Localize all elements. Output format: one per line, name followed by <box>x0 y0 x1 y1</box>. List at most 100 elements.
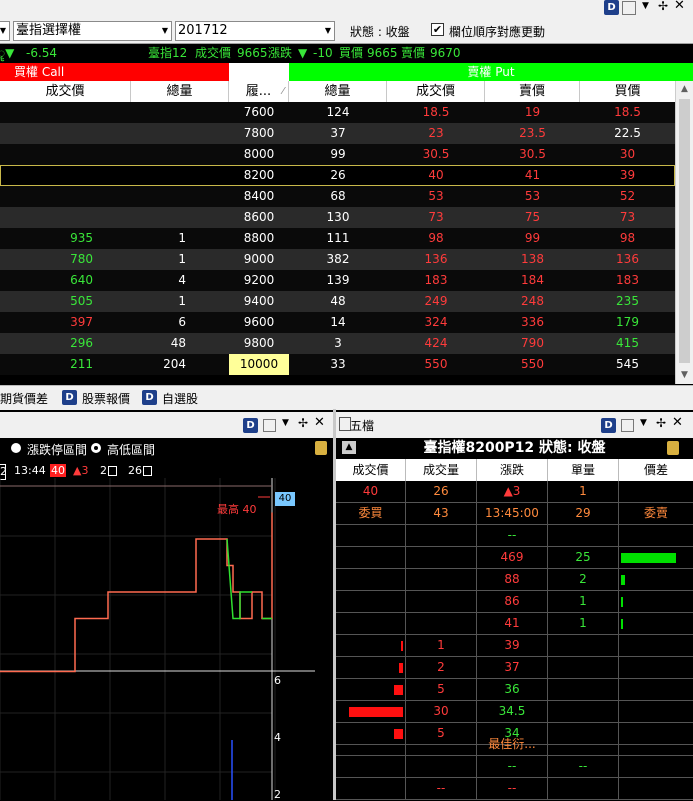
tail-row-2: -- -- <box>336 778 693 800</box>
radio-high-low[interactable] <box>91 443 101 453</box>
bid-row[interactable]: 30 34.5 <box>336 701 693 723</box>
table-row[interactable]: 397 6 9600 14 324 336 179 <box>0 312 675 333</box>
bid-qty: 5 <box>406 679 477 700</box>
table-row[interactable]: 7600 124 18.5 19 18.5 <box>0 102 675 123</box>
cell-c-price: 397 <box>70 315 93 329</box>
table-row[interactable]: 8000 99 30.5 30.5 30 <box>0 144 675 165</box>
five-header-volume: 成交量 <box>406 459 477 481</box>
cell-p-price: 136 <box>424 252 448 266</box>
ask-qty: 1 <box>548 591 619 612</box>
copy-window-icon[interactable] <box>621 419 634 432</box>
copy-window-icon[interactable] <box>263 419 276 432</box>
header-put-ask[interactable]: 賣價 <box>485 81 580 102</box>
ask-row[interactable]: 88 2 <box>336 569 693 591</box>
bid-price: 36 <box>477 679 548 700</box>
table-row[interactable]: 8200 26 40 41 39 <box>0 165 675 186</box>
scroll-thumb[interactable] <box>679 99 690 363</box>
cell-c-price: 296 <box>70 336 93 350</box>
tab-watchlist[interactable]: 自選股 <box>162 390 198 407</box>
radio-range-limit-label: 漲跌停區間 <box>27 443 88 457</box>
ask-row[interactable]: 41 1 <box>336 613 693 635</box>
dash-row: -- <box>336 525 693 547</box>
cell-p-ask: 99 <box>524 231 541 245</box>
header-put-volume[interactable]: 總量 <box>289 81 387 102</box>
ask-row[interactable]: 469 25 <box>336 547 693 569</box>
cell-p-bid: 73 <box>619 210 636 224</box>
dropdown-arrow-icon[interactable]: ▼ <box>640 418 647 428</box>
table-row[interactable]: 7800 37 23 23.5 22.5 <box>0 123 675 144</box>
bid-row[interactable]: 5 36 <box>336 679 693 701</box>
ask-row[interactable]: 86 1 <box>336 591 693 613</box>
intraday-chart[interactable]: 漲跌停區間 高低區間 2 13:44 40 ▲3 2 26 最高 40 40 6… <box>0 438 333 801</box>
ask-price: 88 <box>477 569 548 590</box>
chart-panel-header: D ▼ ✢ ✕ <box>0 412 333 439</box>
scroll-down-icon[interactable]: ▼ <box>676 367 693 383</box>
trade-label: 成交價 <box>195 46 232 60</box>
table-row[interactable]: 935 1 8800 111 98 99 98 <box>0 228 675 249</box>
tab-stock-quote[interactable]: 股票報價 <box>82 390 130 407</box>
cell-p-vol: 48 <box>330 294 346 308</box>
radio-range-limit[interactable] <box>11 443 21 453</box>
cell-p-price: 40 <box>428 168 444 182</box>
close-icon[interactable]: ✕ <box>314 415 325 430</box>
column-order-checkbox[interactable]: ✔ <box>431 23 444 36</box>
d-app-icon[interactable]: D <box>604 0 619 15</box>
header-put-price[interactable]: 成交價 <box>387 81 485 102</box>
header-put-bid[interactable]: 買價 <box>580 81 675 102</box>
table-row[interactable]: 505 1 9400 48 249 248 235 <box>0 291 675 312</box>
prev-combo[interactable]: ▼ <box>0 21 10 41</box>
header-call-volume[interactable]: 總量 <box>131 81 229 102</box>
d-app-icon[interactable]: D <box>601 418 616 433</box>
five-header-change: 漲跌 <box>477 459 548 481</box>
pin-icon[interactable]: ✢ <box>298 416 308 430</box>
bid-price: 39 <box>477 635 548 656</box>
d-app-icon[interactable]: D <box>243 418 258 433</box>
bottom-tab-bar: 期貨價差 D 股票報價 D 自選股 <box>0 385 693 410</box>
bid-row[interactable]: 1 39 <box>336 635 693 657</box>
cell-p-vol: 14 <box>330 315 346 329</box>
put-banner-label: 賣權 Put <box>467 65 515 79</box>
cell-p-ask: 248 <box>521 294 544 308</box>
cell-c-vol: 1 <box>178 252 186 266</box>
cell-strike: 8800 <box>243 231 275 245</box>
table-row[interactable]: 780 1 9000 382 136 138 136 <box>0 249 675 270</box>
tab-futures-spread[interactable]: 期貨價差 <box>0 390 48 407</box>
cell-strike: 8400 <box>243 189 275 203</box>
header-call-price[interactable]: 成交價 <box>0 81 131 102</box>
copy-window-icon[interactable] <box>622 1 636 15</box>
bid-volume-bar <box>401 641 403 651</box>
down-triangle-icon: ॄ▼ <box>0 46 15 60</box>
summary-row-2: 委買 43 13:45:00 29 委賣 <box>336 503 693 525</box>
pin-icon[interactable]: ✢ <box>658 0 668 13</box>
table-row[interactable]: 211 204 10000 33 550 550 545 <box>0 354 675 375</box>
bid-row[interactable]: 2 37 <box>336 657 693 679</box>
square-icon <box>143 466 152 476</box>
dropdown-arrow-icon[interactable]: ▼ <box>282 418 289 428</box>
cell-p-bid: 30 <box>619 147 636 161</box>
pin-icon[interactable]: ✢ <box>656 416 666 430</box>
bid-total: 43 <box>406 503 477 524</box>
table-scrollbar[interactable]: ▲ ▼ <box>675 81 693 384</box>
close-icon[interactable]: ✕ <box>672 415 683 430</box>
header-strike[interactable]: 履... ⁄ <box>229 81 289 102</box>
cell-p-bid: 136 <box>616 252 639 266</box>
cell-c-price: 640 <box>70 273 93 287</box>
lock-icon[interactable] <box>315 441 327 455</box>
month-select[interactable]: 201712 ▼ <box>175 21 335 41</box>
quote-symbol: 臺指12 <box>148 46 188 60</box>
close-icon[interactable]: ✕ <box>674 0 685 13</box>
dropdown-arrow-icon[interactable]: ▼ <box>642 1 649 11</box>
table-row[interactable]: 640 4 9200 139 183 184 183 <box>0 270 675 291</box>
ask-price: 469 <box>477 547 548 568</box>
cell-c-vol: 48 <box>170 336 186 350</box>
table-row[interactable]: 8600 130 73 75 73 <box>0 207 675 228</box>
table-row[interactable]: 8400 68 53 53 52 <box>0 186 675 207</box>
cell-strike: 7600 <box>243 105 275 119</box>
table-row[interactable]: 296 48 9800 3 424 790 415 <box>0 333 675 354</box>
cell-c-price <box>0 207 131 228</box>
scroll-up-icon[interactable]: ▲ <box>676 81 693 97</box>
cell-c-price: 211 <box>70 357 93 371</box>
product-select[interactable]: 臺指選擇權 ▼ <box>13 21 172 41</box>
cell-c-price <box>0 165 131 186</box>
tail-dash: -- <box>548 756 619 777</box>
